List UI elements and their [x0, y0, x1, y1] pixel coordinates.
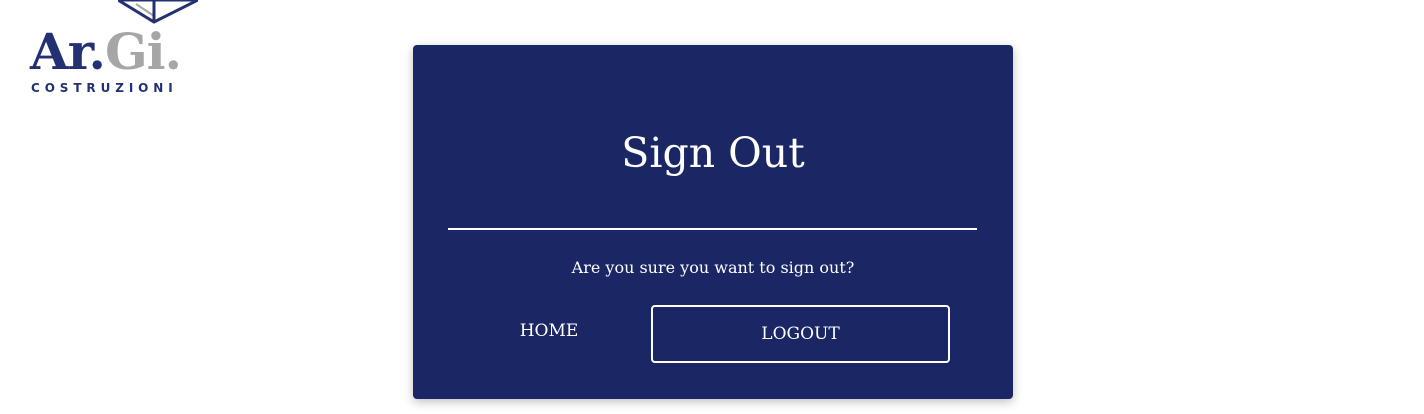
- logo-word-gi: Gi.: [104, 22, 182, 81]
- signout-card: Sign Out Are you sure you want to sign o…: [413, 45, 1013, 399]
- logo-subtitle: COSTRUZIONI: [31, 81, 178, 95]
- logo-wordmark: Ar.Gi.: [30, 22, 182, 82]
- company-logo: Ar.Gi. COSTRUZIONI: [30, 0, 220, 100]
- confirm-message: Are you sure you want to sign out?: [571, 258, 855, 277]
- home-link[interactable]: HOME: [499, 319, 599, 343]
- logout-button[interactable]: LOGOUT: [651, 305, 950, 363]
- page-title: Sign Out: [621, 129, 805, 177]
- roof-icon: [118, 0, 198, 24]
- title-divider: [448, 228, 977, 230]
- logo-word-ar: Ar.: [30, 22, 106, 81]
